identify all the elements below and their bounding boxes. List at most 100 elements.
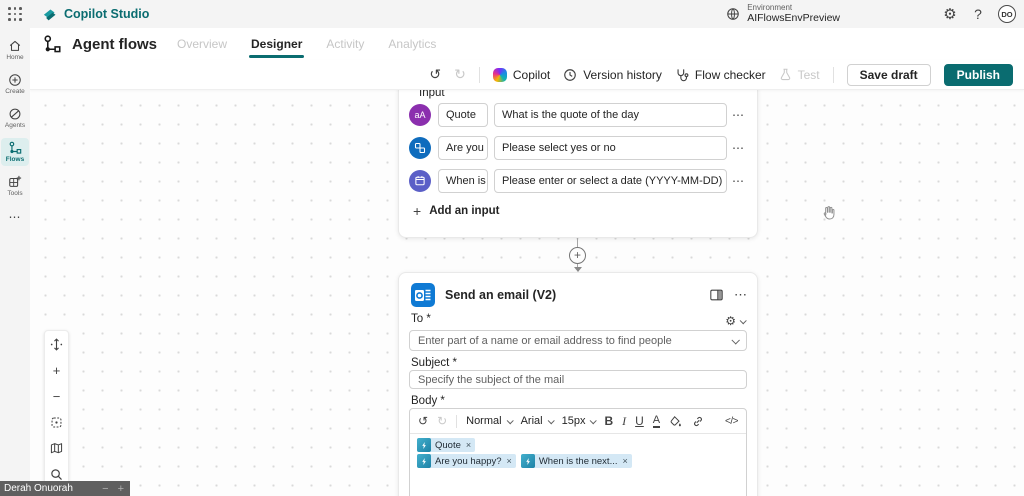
dynamic-token[interactable]: Are you happy? × xyxy=(417,454,516,468)
to-gear-icon: ⚙ xyxy=(725,314,736,328)
nav-label-tools: Tools xyxy=(7,190,23,197)
token-close-icon[interactable]: × xyxy=(507,456,512,466)
body-label: Body * xyxy=(411,395,445,407)
paragraph-format-select[interactable]: Normal xyxy=(466,415,514,427)
sidebar-item-agents[interactable]: Agents xyxy=(1,104,29,132)
outlook-icon xyxy=(411,283,435,307)
text-color-icon[interactable]: A xyxy=(652,414,661,428)
insert-action-button[interactable]: + xyxy=(569,247,586,264)
settings-gear-icon[interactable]: ⚙ xyxy=(936,5,964,23)
fit-view-button[interactable] xyxy=(44,331,69,357)
chevron-down-icon[interactable] xyxy=(731,335,740,345)
save-draft-button[interactable]: Save draft xyxy=(846,63,931,86)
bold-icon[interactable]: B xyxy=(604,414,613,428)
font-size-select[interactable]: 15px xyxy=(561,415,598,427)
input-description-field[interactable]: Please select yes or no xyxy=(494,136,727,160)
dynamic-token[interactable]: Quote × xyxy=(417,438,476,452)
add-input-button[interactable]: + Add an input xyxy=(413,203,499,219)
copilot-studio-logo-icon xyxy=(43,8,56,20)
token-flow-icon xyxy=(417,438,431,452)
row-more-icon[interactable]: ⋯ xyxy=(727,108,749,122)
sidebar-item-tools[interactable]: Tools xyxy=(1,172,29,200)
row-more-icon[interactable]: ⋯ xyxy=(727,141,749,155)
token-close-icon[interactable]: × xyxy=(623,456,628,466)
sidebar-item-create[interactable]: Create xyxy=(1,70,29,98)
focus-selection-button[interactable] xyxy=(44,409,69,435)
highlight-bucket-icon[interactable] xyxy=(669,415,682,428)
flow-designer-canvas[interactable]: Input aA Quote What is the quote of the … xyxy=(30,90,1024,496)
version-history-button[interactable]: Version history xyxy=(563,68,662,82)
input-card[interactable]: Input aA Quote What is the quote of the … xyxy=(398,90,758,238)
italic-icon[interactable]: I xyxy=(622,414,626,429)
link-icon[interactable] xyxy=(691,415,705,428)
choice-input-icon xyxy=(409,137,431,159)
input-description-field[interactable]: What is the quote of the day xyxy=(494,103,727,127)
test-beaker-icon xyxy=(780,68,790,81)
font-family-select[interactable]: Arial xyxy=(521,415,555,427)
email-card-more-icon[interactable]: ⋯ xyxy=(734,287,747,303)
tab-analytics[interactable]: Analytics xyxy=(388,28,436,60)
email-card-title: Send an email (V2) xyxy=(445,288,557,302)
subject-label: Subject * xyxy=(411,357,458,369)
dynamic-token[interactable]: When is the next... × xyxy=(520,454,632,468)
presenter-minus-icon[interactable]: − xyxy=(102,483,108,495)
chevron-down-icon xyxy=(590,416,598,424)
font-size-value: 15px xyxy=(561,415,586,427)
flow-checker-button[interactable]: Flow checker xyxy=(675,68,766,82)
input-name-field[interactable]: When is the xyxy=(438,169,488,193)
send-email-card[interactable]: Send an email (V2) ⋯ To * ⚙ Enter part o… xyxy=(398,272,758,496)
environment-icon xyxy=(727,8,739,20)
tab-overview[interactable]: Overview xyxy=(177,28,227,60)
sidebar-more-icon[interactable]: ⋯ xyxy=(9,210,22,224)
history-clock-icon xyxy=(564,68,577,81)
presenter-badge: Derah Onuorah − + xyxy=(0,481,130,496)
tab-activity[interactable]: Activity xyxy=(326,28,364,60)
zoom-in-button[interactable]: + xyxy=(44,357,69,383)
open-panel-icon[interactable] xyxy=(709,288,724,302)
tab-designer[interactable]: Designer xyxy=(249,28,305,60)
input-name-field[interactable]: Are you happ xyxy=(438,136,488,160)
zoom-out-button[interactable]: − xyxy=(44,383,69,409)
to-settings-button[interactable]: ⚙ xyxy=(725,314,747,328)
copilot-studio-app: Copilot Studio Environment AIFlowsEnvPre… xyxy=(0,0,1024,496)
subject-input[interactable]: Specify the subject of the mail xyxy=(409,370,747,389)
help-icon[interactable]: ? xyxy=(964,6,992,22)
presenter-plus-icon[interactable]: + xyxy=(118,483,124,495)
editor-redo-icon: ↻ xyxy=(437,414,448,428)
copilot-button[interactable]: Copilot xyxy=(492,67,550,82)
user-avatar[interactable]: DO xyxy=(998,5,1016,23)
input-description-field[interactable]: Please enter or select a date (YYYY-MM-D… xyxy=(494,169,727,193)
nav-label-agents: Agents xyxy=(4,122,26,129)
text-input-icon: aA xyxy=(409,104,431,126)
undo-icon[interactable]: ↺ xyxy=(429,66,441,83)
publish-button[interactable]: Publish xyxy=(943,63,1013,86)
divider xyxy=(478,66,480,83)
waffle-menu-icon[interactable] xyxy=(7,6,23,22)
sidebar-item-home[interactable]: Home xyxy=(1,36,29,64)
to-label: To * xyxy=(411,313,431,325)
input-name-field[interactable]: Quote xyxy=(438,103,488,127)
format-value: Normal xyxy=(466,415,502,427)
environment-picker[interactable]: Environment AIFlowsEnvPreview xyxy=(726,3,840,24)
code-view-icon[interactable]: </> xyxy=(725,416,738,427)
chevron-down-icon xyxy=(506,416,514,424)
environment-name: AIFlowsEnvPreview xyxy=(747,11,840,24)
copilot-icon xyxy=(492,67,507,82)
editor-undo-icon[interactable]: ↺ xyxy=(418,414,428,428)
underline-icon[interactable]: U xyxy=(635,414,644,428)
command-bar: ↺ ↻ Copilot Version history Flow checker xyxy=(30,60,1024,90)
row-more-icon[interactable]: ⋯ xyxy=(727,174,749,188)
agent-flows-icon xyxy=(44,34,61,52)
token-flow-icon xyxy=(417,454,431,468)
nav-label-create: Create xyxy=(5,88,25,95)
redo-icon: ↻ xyxy=(454,66,466,82)
divider xyxy=(456,414,458,428)
token-close-icon[interactable]: × xyxy=(466,440,471,450)
minimap-button[interactable] xyxy=(44,435,69,461)
body-content[interactable]: Quote × Are you happy? × When is the nex… xyxy=(410,434,746,496)
brand[interactable]: Copilot Studio xyxy=(42,7,149,22)
to-input[interactable]: Enter part of a name or email address to… xyxy=(409,330,747,351)
sidebar-item-flows[interactable]: Flows xyxy=(1,138,29,166)
chevron-down-icon xyxy=(547,416,555,424)
token-label: Quote xyxy=(435,439,461,451)
